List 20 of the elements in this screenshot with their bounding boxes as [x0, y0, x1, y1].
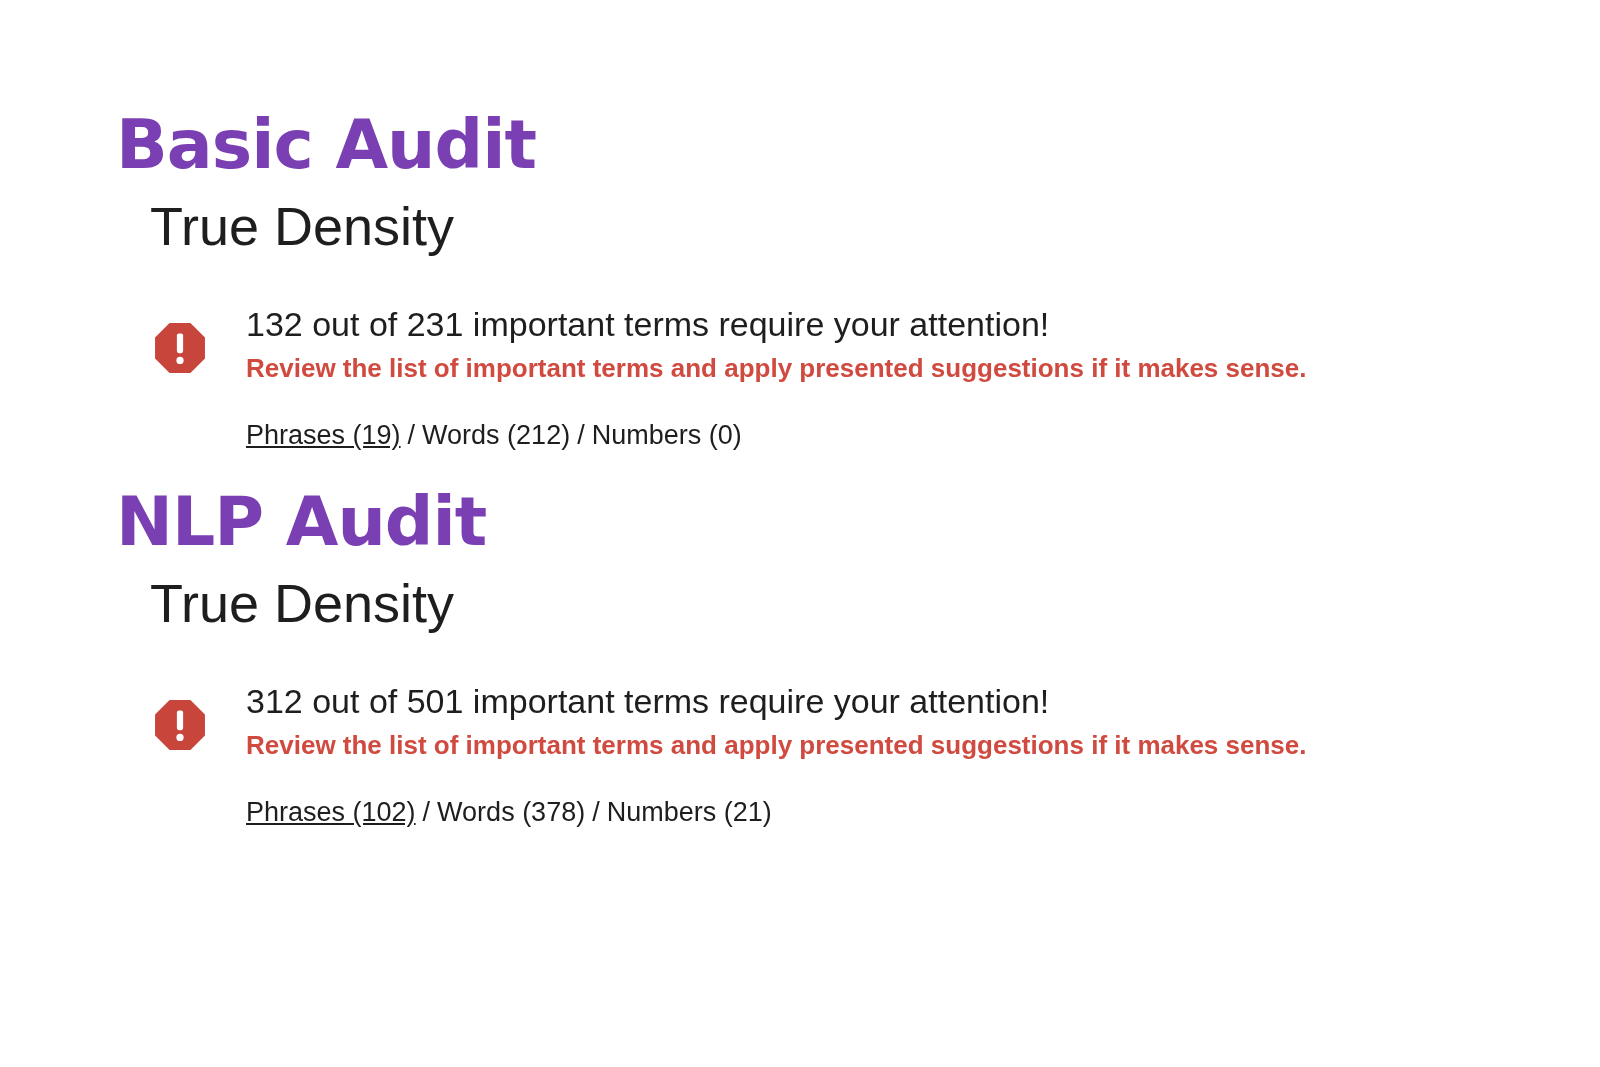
separator: / — [422, 796, 431, 828]
warning-icon — [154, 699, 206, 752]
filter-link[interactable]: Numbers (21) — [606, 796, 772, 828]
separator: / — [577, 420, 585, 451]
filter-link[interactable]: Words (378) — [437, 796, 586, 828]
section-subheading: True Density — [150, 573, 456, 634]
separator: / — [592, 796, 600, 828]
alert-hint: Review the list of important terms and apply presented suggestions if it makes sense. — [246, 729, 1307, 761]
alert-message: 312 out of 501 important terms require your attention! — [246, 681, 1051, 722]
section-heading: NLP Audit — [116, 485, 488, 560]
filter-link[interactable]: Phrases (19) — [246, 420, 401, 451]
filter-link[interactable]: Numbers (0) — [591, 420, 742, 451]
alert-message: 132 out of 231 important terms require your attention! — [246, 304, 1051, 345]
filter-link[interactable]: Words (212) — [422, 420, 571, 451]
warning-icon — [154, 322, 206, 375]
filter-link[interactable]: Phrases (102) — [246, 796, 416, 828]
separator: / — [407, 420, 416, 451]
section-heading: Basic Audit — [116, 108, 537, 183]
alert-hint: Review the list of important terms and apply presented suggestions if it makes sense. — [246, 353, 1307, 384]
section-subheading: True Density — [150, 196, 456, 257]
